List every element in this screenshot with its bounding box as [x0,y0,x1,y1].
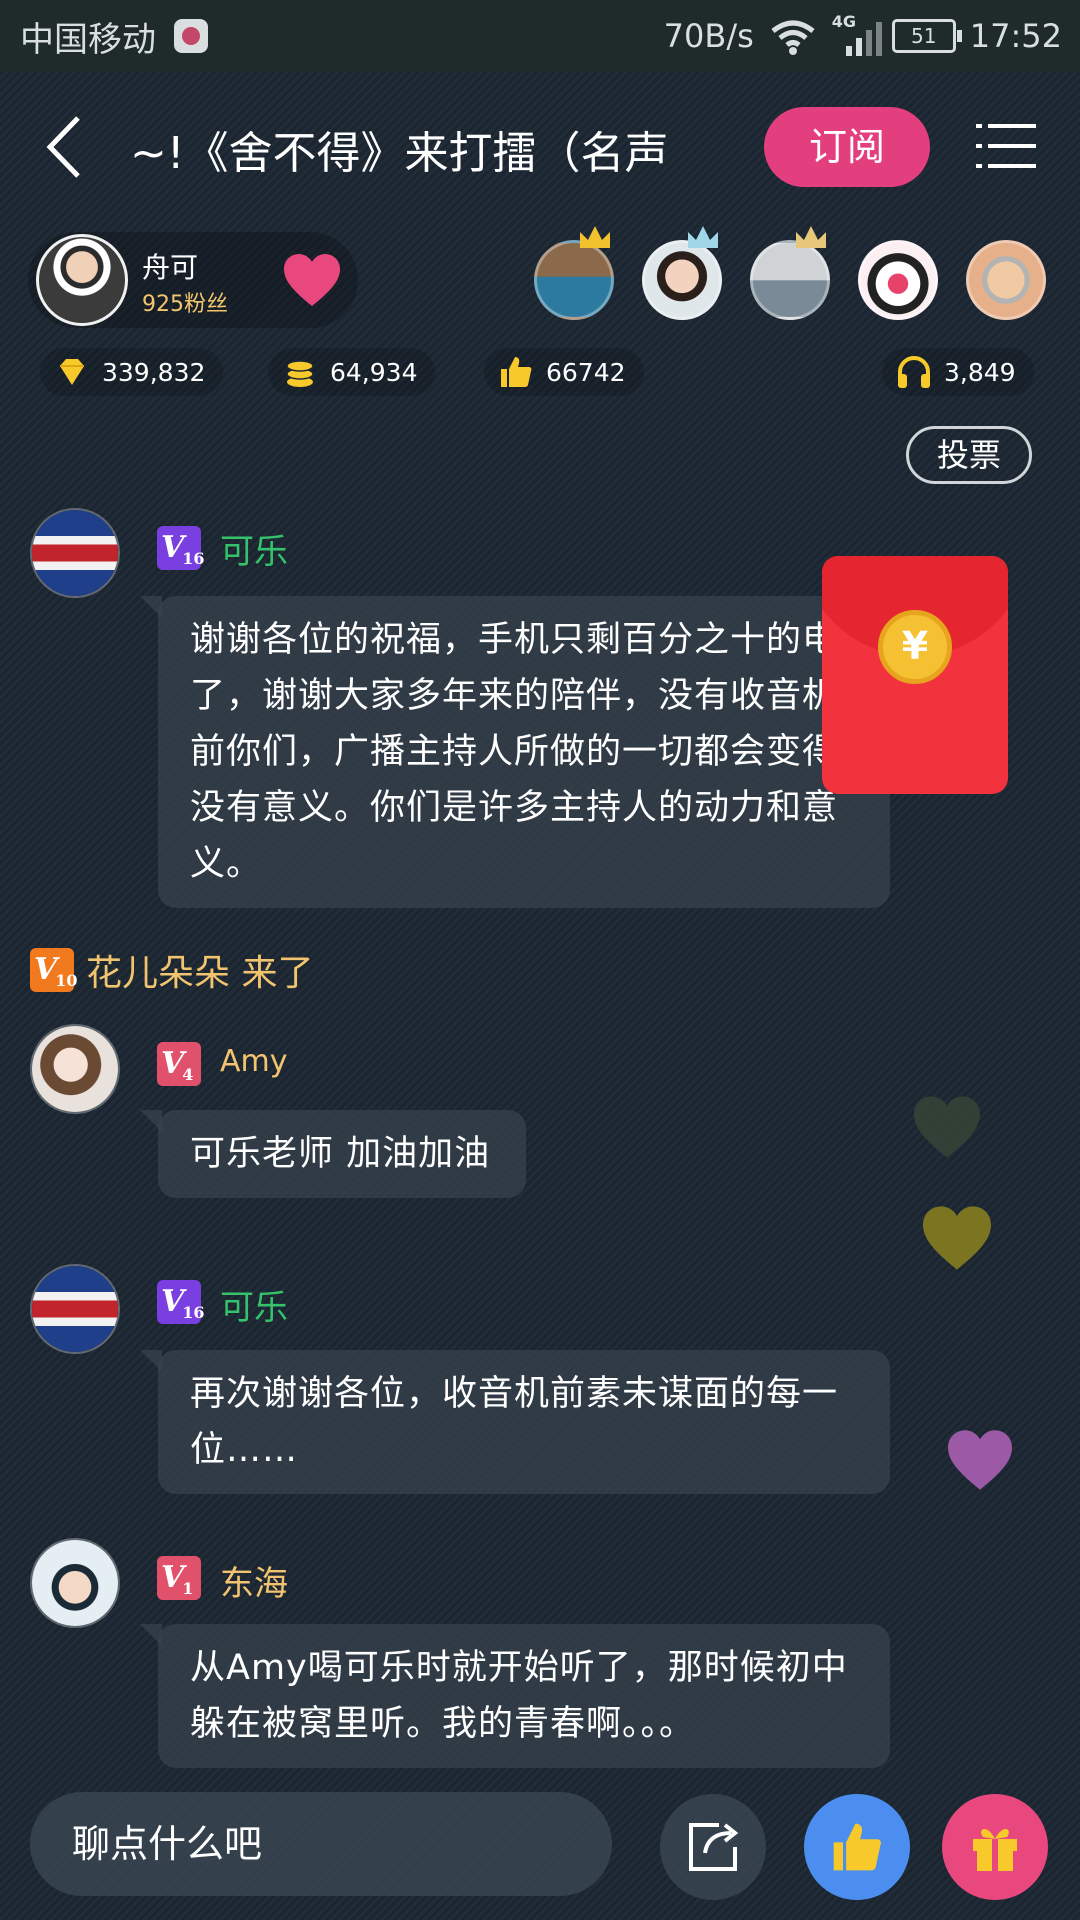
share-button[interactable] [660,1794,766,1900]
chat-message-bubble: 可乐老师 加油加油 [140,1110,526,1198]
crown-icon [796,226,826,248]
battery-icon: 51 [891,19,962,53]
vote-button[interactable]: 投票 [906,426,1032,484]
chat-message-bubble: 从Amy喝可乐时就开始听了，那时候初中躲在被窝里听。我的青春啊。。。 [140,1624,890,1768]
battery-level: 51 [911,24,937,48]
crown-icon [580,226,610,248]
crown-icon [688,226,718,248]
audience-avatar[interactable] [858,240,938,320]
floating-heart-icon [923,1206,991,1270]
thumbs-up-icon [501,357,532,387]
cellular-signal-icon: 4G [832,12,882,56]
host-avatar[interactable] [36,234,128,326]
chat-username[interactable]: 可乐 [220,524,288,573]
music-app-icon [174,19,208,53]
headphones-icon [898,356,930,388]
subscribe-button[interactable]: 订阅 [764,107,930,187]
diamond-icon [60,359,84,385]
back-arrow-icon[interactable] [40,112,100,182]
vip-level-badge: V10 [30,948,78,992]
vip-level-badge: V4 [157,1042,201,1086]
listener-count: 3,849 [944,357,1016,387]
like-button[interactable] [804,1794,910,1900]
audience-avatar[interactable] [534,240,614,320]
red-packet[interactable]: ¥ [822,556,1008,794]
join-text: 花儿朵朵 来了 [86,953,314,994]
coin-count: 64,934 [330,357,418,387]
listener-stat: 3,849 [882,348,1034,396]
follow-heart-icon[interactable] [282,252,342,308]
vip-level-badge: V1 [157,1556,201,1600]
vip-level-badge: V16 [157,526,205,570]
user-avatar[interactable] [30,1264,120,1354]
program-title: ~!《舍不得》来打擂（名声 [130,128,669,177]
chat-username[interactable]: Amy [220,1044,288,1079]
wifi-icon [771,20,815,55]
gift-button[interactable] [942,1794,1048,1900]
network-speed: 70B/s [663,17,754,55]
audience-avatar[interactable] [750,240,830,320]
chat-message-bubble: 谢谢各位的祝福，手机只剩百分之十的电了，谢谢大家多年来的陪伴，没有收音机前你们，… [140,596,890,908]
header: ~!《舍不得》来打擂（名声 订阅 [0,72,1080,222]
chat-username[interactable]: 可乐 [220,1280,288,1329]
audience-avatar[interactable] [966,240,1046,320]
host-fans-count: 925粉丝 [142,292,228,317]
diamond-stat: 339,832 [40,348,224,396]
audience-avatar[interactable] [642,240,722,320]
host-name: 舟可 [142,251,199,284]
clock: 17:52 [969,17,1062,55]
like-stat: 66742 [484,348,644,396]
vip-level-badge: V16 [157,1280,205,1324]
coin-stat: 64,934 [268,348,436,396]
menu-icon[interactable] [976,122,1036,170]
user-joined-notice: V10 花儿朵朵 来了 [30,944,313,996]
yuan-coin-icon: ¥ [878,610,952,684]
user-avatar[interactable] [30,1024,120,1114]
user-avatar[interactable] [30,1538,120,1628]
gift-icon [973,1828,1017,1871]
floating-heart-icon [948,1430,1012,1490]
coin-stack-icon [286,360,314,387]
status-bar: 中国移动 70B/s 4G 51 17:52 [0,0,1080,72]
like-count: 66742 [546,357,626,387]
user-avatar[interactable] [30,508,120,598]
chat-username[interactable]: 东海 [220,1556,288,1605]
floating-heart-icon [914,1096,980,1158]
chat-message-bubble: 再次谢谢各位，收音机前素未谋面的每一位…… [140,1350,890,1494]
chat-input[interactable]: 聊点什么吧 [30,1792,612,1896]
diamond-count: 339,832 [102,357,206,387]
carrier-name: 中国移动 [20,19,156,60]
thumbs-up-icon [833,1823,881,1871]
share-icon [689,1823,739,1871]
